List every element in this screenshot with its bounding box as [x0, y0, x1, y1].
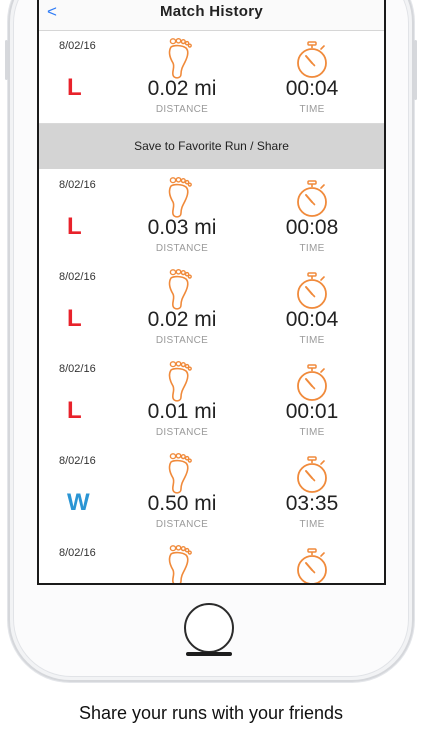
home-button-shadow: [186, 652, 232, 656]
stopwatch-icon: [294, 364, 330, 402]
run-row[interactable]: 8/02/16 L 0.01 mi DISTANCE 00:01 TIME: [39, 354, 384, 447]
run-date: 8/02/16: [59, 271, 96, 283]
navigation-bar: < Match History: [39, 0, 384, 31]
result-badge: L: [67, 213, 82, 240]
run-date: 8/02/16: [59, 455, 96, 467]
distance-label: DISTANCE: [155, 243, 209, 254]
time-value: 00:08: [285, 216, 339, 239]
run-row[interactable]: 8/02/16 W: [39, 538, 384, 583]
distance-value: 0.02 mi: [147, 77, 217, 100]
caption: Share your runs with your friends: [78, 703, 344, 723]
result-badge: W: [67, 489, 90, 516]
result-badge: L: [67, 305, 82, 332]
distance-value: 0.03 mi: [147, 216, 217, 239]
time-value: 03:35: [285, 492, 339, 515]
result-badge: W: [67, 581, 97, 583]
stopwatch-icon: [294, 548, 330, 583]
share-button[interactable]: Save to Favorite Run / Share: [39, 124, 384, 169]
run-row[interactable]: 8/02/16 L 0.03 mi DISTANCE 00:08 TIME: [39, 170, 384, 263]
result-badge: L: [67, 397, 82, 424]
distance-label: DISTANCE: [155, 519, 209, 530]
time-value: 00:04: [285, 308, 339, 331]
footprint-icon: [164, 361, 194, 403]
stopwatch-icon: [294, 180, 330, 218]
time-label: TIME: [299, 104, 325, 115]
distance-value: 0.50 mi: [147, 492, 217, 515]
time-value: 00:04: [285, 77, 339, 100]
time-label: TIME: [299, 243, 325, 254]
footprint-icon: [164, 545, 194, 583]
distance-label: DISTANCE: [155, 427, 209, 438]
time-label: TIME: [299, 427, 325, 438]
home-button[interactable]: [184, 603, 234, 653]
distance-value: 0.01 mi: [147, 400, 217, 423]
distance-label: DISTANCE: [155, 335, 209, 346]
run-row[interactable]: 8/02/16 L 0.02 mi DISTANCE 00:04 TIME: [39, 31, 384, 124]
run-date: 8/02/16: [59, 547, 96, 559]
stopwatch-icon: [294, 456, 330, 494]
time-label: TIME: [299, 335, 325, 346]
run-row[interactable]: 8/02/16 W 0.50 mi DISTANCE 03:35 TIME: [39, 446, 384, 539]
volume-button: [5, 40, 8, 80]
page-title: Match History: [159, 3, 264, 20]
stopwatch-icon: [294, 272, 330, 310]
run-date: 8/02/16: [59, 363, 96, 375]
time-label: TIME: [299, 519, 325, 530]
time-value: 00:01: [285, 400, 339, 423]
app-screen: < Match History 8/02/16 L 0.02 mi DISTANCE…: [37, 0, 386, 585]
result-badge: L: [67, 74, 82, 101]
run-date: 8/02/16: [59, 40, 96, 52]
power-button: [414, 40, 417, 100]
footprint-icon: [164, 177, 194, 219]
stopwatch-icon: [294, 41, 330, 79]
footprint-icon: [164, 38, 194, 80]
footprint-icon: [164, 269, 194, 311]
distance-label: DISTANCE: [155, 104, 209, 115]
footprint-icon: [164, 453, 194, 495]
distance-value: 0.02 mi: [147, 308, 217, 331]
run-row[interactable]: 8/02/16 L 0.02 mi DISTANCE 00:04 TIME: [39, 262, 384, 355]
run-date: 8/02/16: [59, 179, 96, 191]
